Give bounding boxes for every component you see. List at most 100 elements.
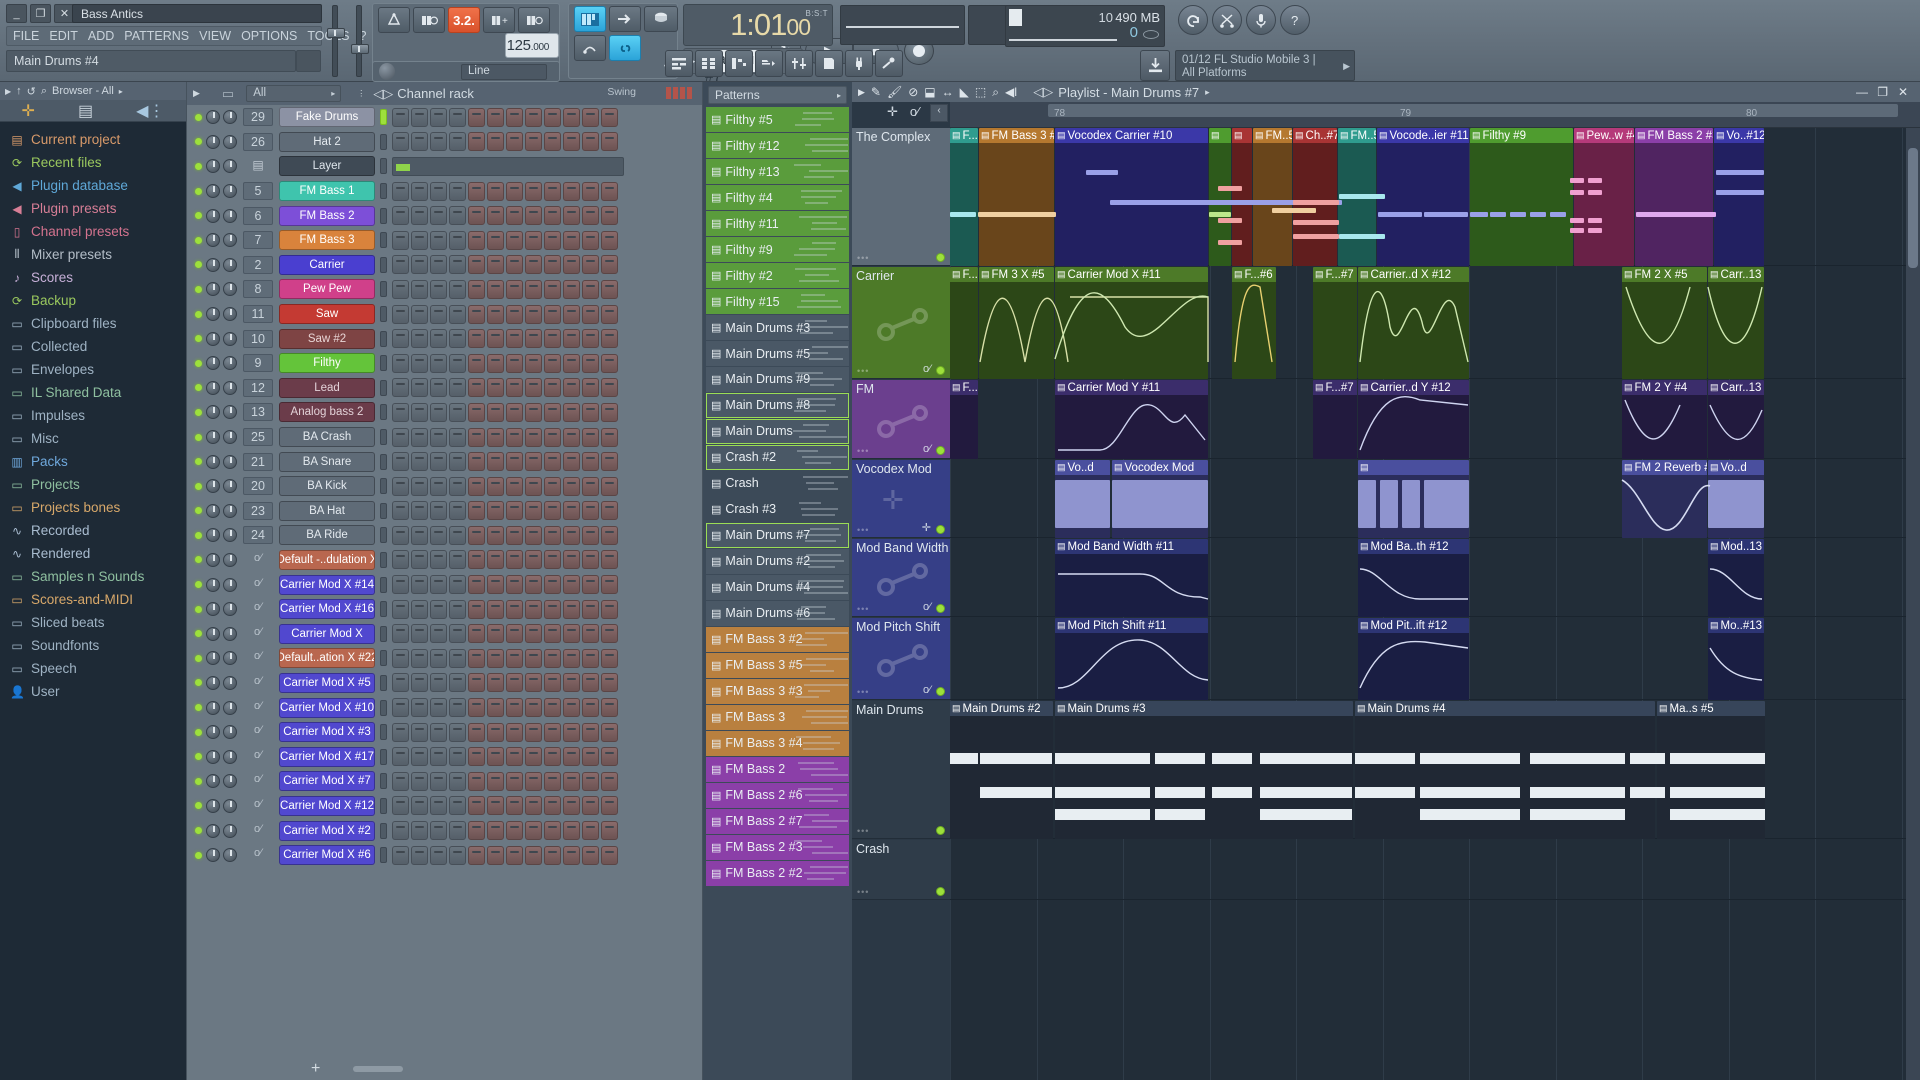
step-button[interactable] <box>392 108 409 127</box>
channel-enable-led[interactable] <box>195 261 202 268</box>
channel-name-button[interactable]: Default..ation X #22 <box>279 648 375 668</box>
channel-mixer-number[interactable]: 29 <box>243 108 273 126</box>
step-button[interactable] <box>411 550 428 569</box>
pattern-mode-button[interactable] <box>378 7 410 33</box>
channel-row[interactable]: 5 FM Bass 1 <box>187 179 702 204</box>
browser-toggle-icon[interactable] <box>755 50 783 77</box>
patterns-selector[interactable]: Patterns ▸ <box>708 86 847 104</box>
playlist-vertical-scrollbar[interactable] <box>1906 128 1920 1080</box>
audio-mode-icon[interactable]: ✛ <box>887 104 898 120</box>
step-button[interactable] <box>525 772 542 791</box>
channel-pan-knob[interactable] <box>206 233 220 247</box>
step-button[interactable] <box>544 403 561 422</box>
step-button[interactable] <box>430 600 447 619</box>
step-button[interactable] <box>563 526 580 545</box>
step-button[interactable] <box>449 796 466 815</box>
channel-row[interactable]: 11 Saw <box>187 302 702 327</box>
step-button[interactable] <box>487 132 504 151</box>
step-button[interactable] <box>506 821 523 840</box>
playlist-track-header[interactable]: Mod Band Width ••• o⁄ <box>852 539 950 617</box>
channel-enable-led[interactable] <box>195 360 202 367</box>
channel-row[interactable]: o⁄ Carrier Mod X #2 <box>187 818 702 843</box>
channel-volume-knob[interactable] <box>223 553 237 567</box>
step-button[interactable] <box>582 231 599 250</box>
channel-row[interactable]: o⁄ Carrier Mod X #12 <box>187 794 702 819</box>
track-options-dots[interactable]: ••• <box>857 253 869 263</box>
step-button[interactable] <box>544 206 561 225</box>
step-button[interactable] <box>430 698 447 717</box>
step-button[interactable] <box>506 354 523 373</box>
channel-row[interactable]: o⁄ Carrier Mod X #14 <box>187 572 702 597</box>
step-button[interactable] <box>468 673 485 692</box>
step-button[interactable] <box>563 108 580 127</box>
channel-row[interactable]: o⁄ Default -..dulation X <box>187 548 702 573</box>
pattern-item[interactable]: ▤ FM Bass 2 #2 <box>706 861 849 886</box>
step-button[interactable] <box>449 526 466 545</box>
playlist-clip[interactable]: ▤ Mo..#13 <box>1708 618 1764 700</box>
channel-pan-knob[interactable] <box>206 381 220 395</box>
rack-horizontal-scrollbar[interactable] <box>353 1066 403 1072</box>
plugin-picker-icon[interactable] <box>845 50 873 77</box>
step-button[interactable] <box>468 846 485 865</box>
step-button[interactable] <box>563 772 580 791</box>
step-button[interactable] <box>468 132 485 151</box>
track-options-dots[interactable]: ••• <box>857 604 869 614</box>
zoom-tool-icon[interactable]: ⌕ <box>992 85 999 100</box>
channel-row[interactable]: o⁄ Default..ation X #22 <box>187 646 702 671</box>
step-button[interactable] <box>601 255 618 274</box>
step-button[interactable] <box>411 255 428 274</box>
step-button[interactable] <box>582 526 599 545</box>
browser-item-samples-n-sounds[interactable]: ▭ Samples n Sounds <box>0 565 186 588</box>
pattern-item[interactable]: ▤ Crash #2 <box>706 445 849 470</box>
step-button[interactable] <box>601 305 618 324</box>
step-button[interactable] <box>582 796 599 815</box>
step-button[interactable] <box>449 575 466 594</box>
patterns-dropdown-arrow[interactable]: ▸ <box>837 91 841 100</box>
track-options-dots[interactable]: ••• <box>857 446 869 456</box>
playlist-track-lane[interactable]: ▤F...6▤FM 3 X #5▤Carrier Mod X #11▤F...#… <box>950 267 1920 379</box>
project-notes-icon[interactable] <box>815 50 843 77</box>
step-button[interactable] <box>563 255 580 274</box>
maximize-button[interactable]: ❐ <box>30 4 51 23</box>
step-button[interactable] <box>449 477 466 496</box>
step-button[interactable] <box>430 132 447 151</box>
step-button[interactable] <box>525 403 542 422</box>
step-button[interactable] <box>392 624 409 643</box>
step-button[interactable] <box>506 600 523 619</box>
channel-name-button[interactable]: BA Hat <box>279 501 375 521</box>
step-button[interactable] <box>525 723 542 742</box>
channel-enable-led[interactable] <box>195 679 202 686</box>
step-button[interactable] <box>506 403 523 422</box>
pattern-item[interactable]: ▤ FM Bass 2 #7 <box>706 809 849 834</box>
step-button[interactable] <box>392 403 409 422</box>
channel-name-button[interactable]: Pew Pew <box>279 279 375 299</box>
channel-enable-led[interactable] <box>195 852 202 859</box>
step-button[interactable] <box>601 526 618 545</box>
pattern-item[interactable]: ▤ Filthy #4 <box>706 185 849 210</box>
channel-mixer-number[interactable]: 13 <box>243 403 273 421</box>
channel-pan-knob[interactable] <box>206 356 220 370</box>
step-button[interactable] <box>468 477 485 496</box>
playlist-clip[interactable]: ▤ <box>1209 128 1231 266</box>
step-button[interactable] <box>487 796 504 815</box>
step-button[interactable] <box>506 575 523 594</box>
channel-enable-led[interactable] <box>195 655 202 662</box>
step-button[interactable] <box>563 132 580 151</box>
step-button[interactable] <box>544 182 561 201</box>
channel-volume-knob[interactable] <box>223 209 237 223</box>
step-button[interactable] <box>449 329 466 348</box>
channel-mixer-number[interactable]: 10 <box>243 330 273 348</box>
step-button[interactable] <box>392 501 409 520</box>
step-button[interactable] <box>430 673 447 692</box>
step-button[interactable] <box>411 821 428 840</box>
step-button[interactable] <box>487 747 504 766</box>
step-button[interactable] <box>449 305 466 324</box>
step-button[interactable] <box>468 255 485 274</box>
browser-item-channel-presets[interactable]: ▯ Channel presets <box>0 220 186 243</box>
step-button[interactable] <box>487 846 504 865</box>
step-button[interactable] <box>487 452 504 471</box>
step-button[interactable] <box>601 772 618 791</box>
step-button[interactable] <box>449 846 466 865</box>
step-button[interactable] <box>449 255 466 274</box>
step-button[interactable] <box>525 550 542 569</box>
